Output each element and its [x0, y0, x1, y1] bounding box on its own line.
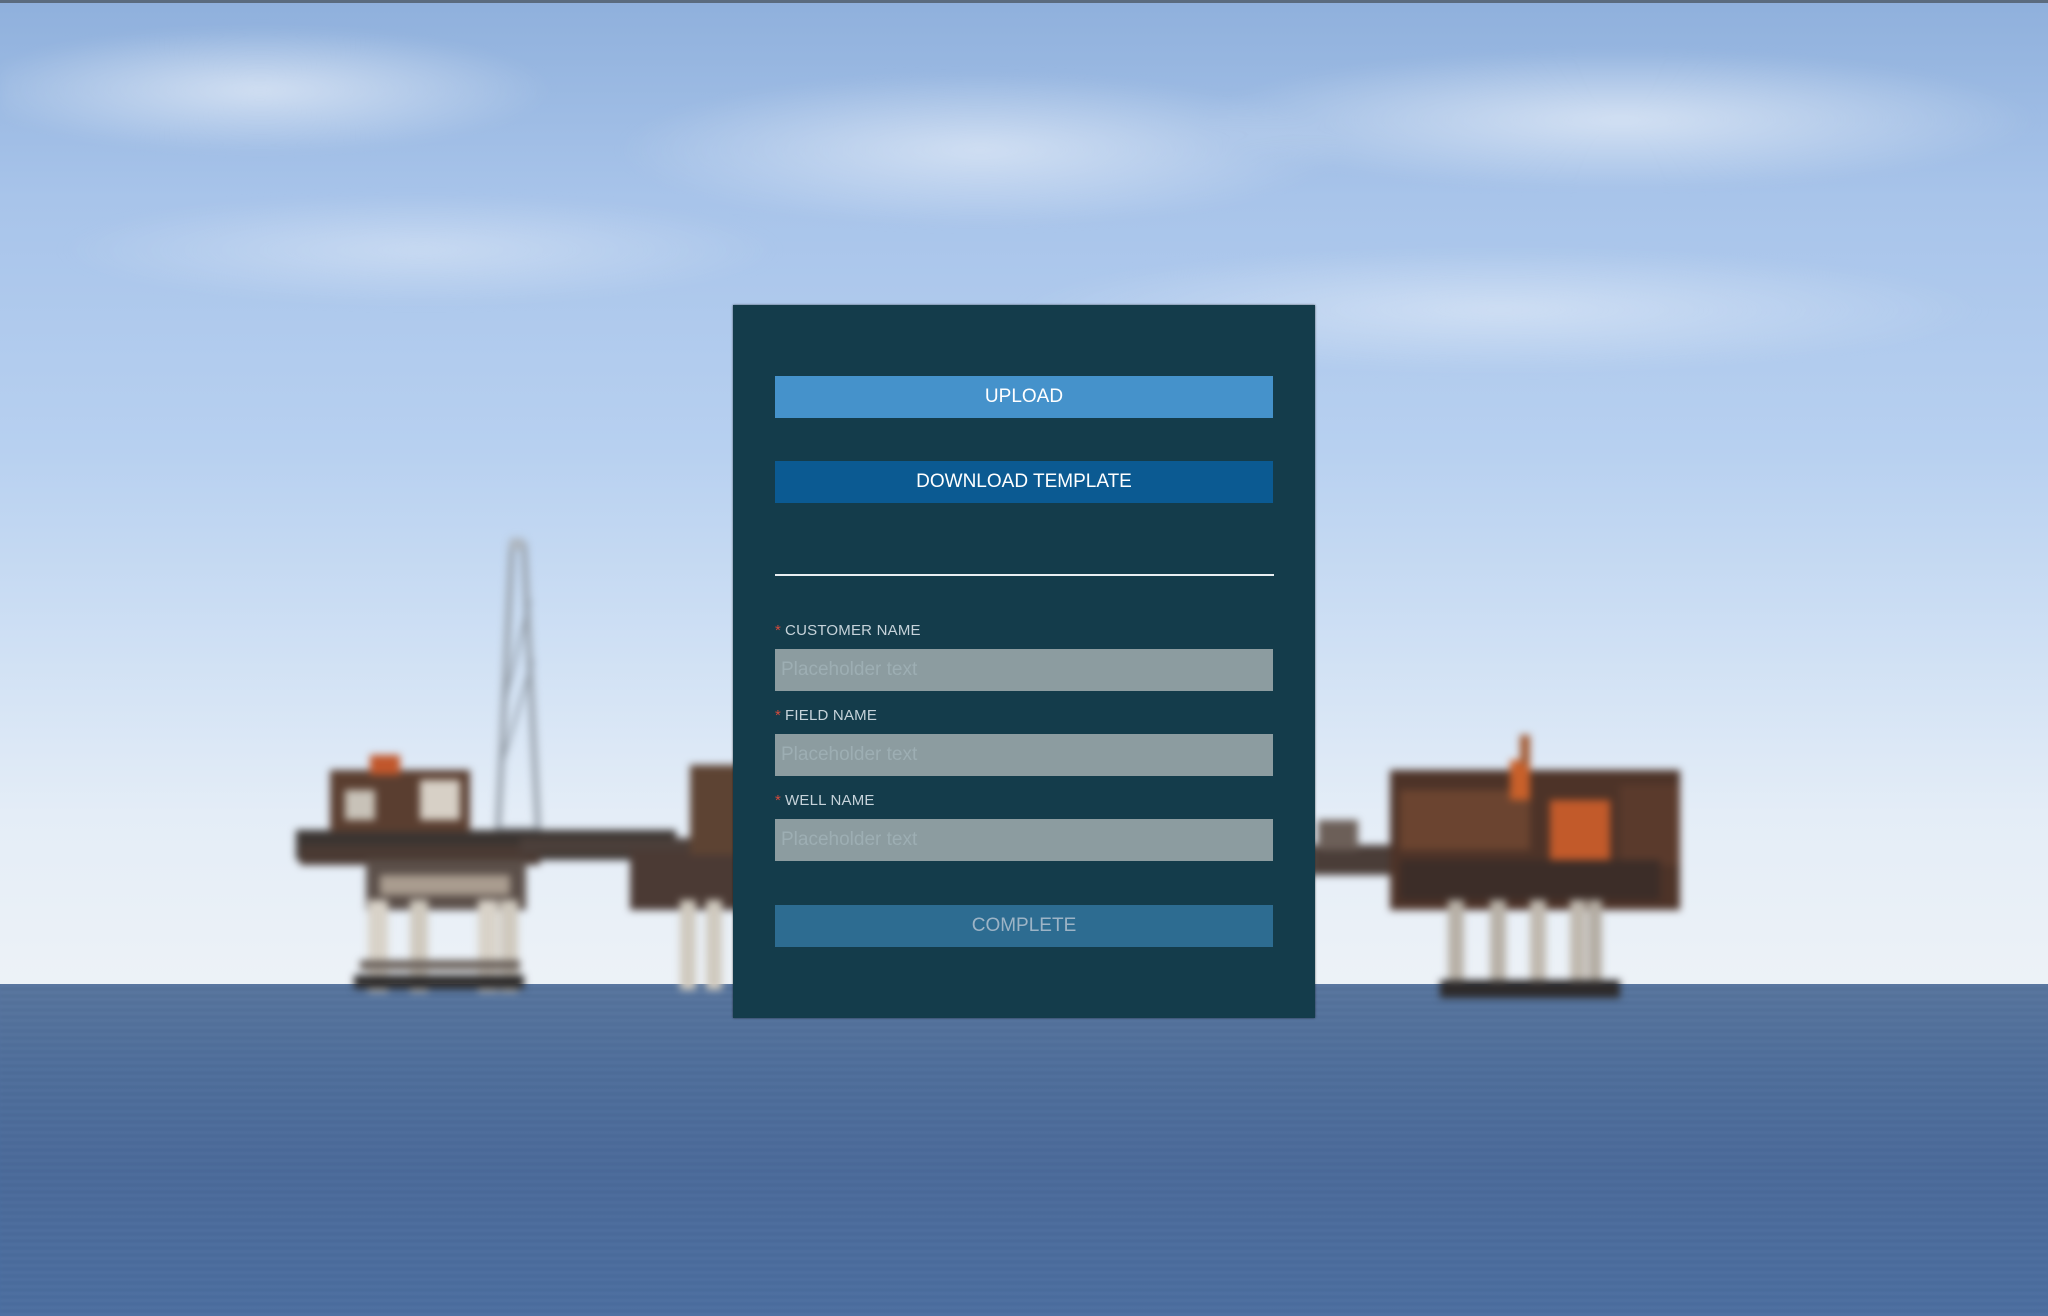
- well-name-label: * WELL NAME: [775, 792, 875, 809]
- customer-name-label: * CUSTOMER NAME: [775, 622, 921, 639]
- customer-name-input[interactable]: [775, 649, 1273, 691]
- right-platform: [1310, 735, 1680, 998]
- field-name-label-text: FIELD NAME: [785, 707, 878, 724]
- field-name-input[interactable]: [775, 734, 1273, 776]
- well-name-input[interactable]: [775, 819, 1273, 861]
- upload-form-panel: UPLOAD DOWNLOAD TEMPLATE * CUSTOMER NAME …: [733, 305, 1315, 1018]
- customer-name-label-text: CUSTOMER NAME: [785, 622, 921, 639]
- field-name-label: * FIELD NAME: [775, 707, 877, 724]
- complete-button[interactable]: COMPLETE: [775, 905, 1273, 947]
- top-edge: [0, 0, 2048, 3]
- required-marker: *: [775, 622, 782, 639]
- well-name-label-text: WELL NAME: [785, 792, 875, 809]
- divider: [775, 574, 1274, 576]
- left-platform: [296, 538, 740, 992]
- upload-button[interactable]: UPLOAD: [775, 376, 1273, 418]
- required-marker: *: [775, 707, 782, 724]
- required-marker: *: [775, 792, 782, 809]
- download-template-button[interactable]: DOWNLOAD TEMPLATE: [775, 461, 1273, 503]
